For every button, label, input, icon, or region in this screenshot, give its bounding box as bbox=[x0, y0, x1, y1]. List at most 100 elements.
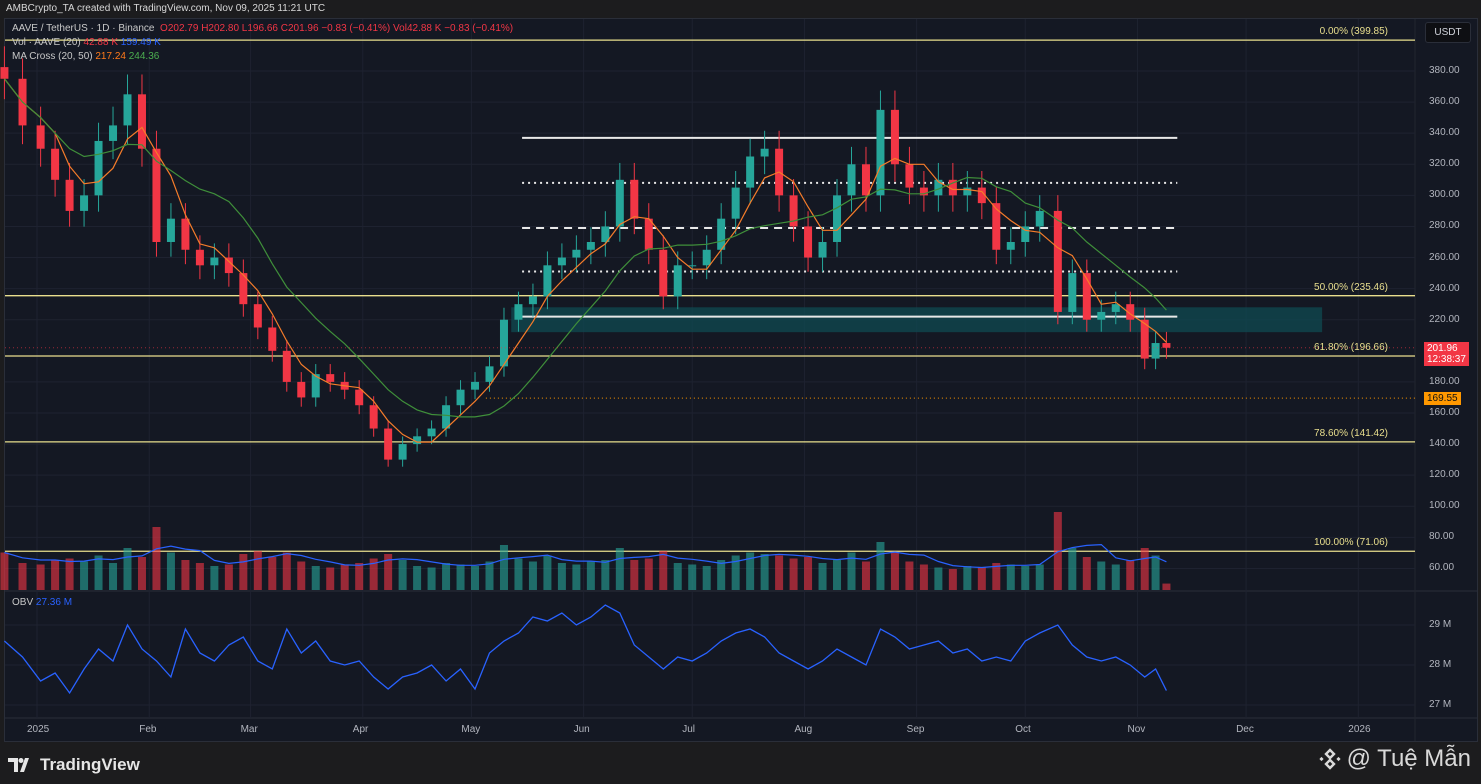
volume-bar bbox=[673, 563, 682, 590]
volume-bar bbox=[499, 545, 508, 590]
price-tick-label: 380.00 bbox=[1429, 65, 1460, 76]
candle-body bbox=[644, 218, 653, 250]
volume-bar bbox=[833, 560, 842, 590]
candle-body bbox=[65, 179, 74, 211]
volume-bar bbox=[311, 566, 320, 590]
volume-bar bbox=[65, 558, 74, 590]
volume-bar bbox=[137, 557, 146, 590]
candle-body bbox=[0, 67, 9, 79]
candle-body bbox=[137, 94, 146, 149]
volume-bar bbox=[1006, 564, 1015, 590]
volume-bar bbox=[1082, 557, 1091, 590]
price-tick-label: 220.00 bbox=[1429, 313, 1460, 325]
ma-cross-legend[interactable]: MA Cross (20, 50) 217.24 244.36 bbox=[12, 51, 159, 62]
volume-bar bbox=[1151, 555, 1160, 590]
volume-bar bbox=[413, 566, 422, 590]
bar-countdown: 12:38:37 bbox=[1427, 354, 1466, 365]
candle-body bbox=[731, 187, 740, 219]
time-tick-label: 2025 bbox=[27, 724, 50, 735]
volume-bar bbox=[340, 564, 349, 590]
volume-bar bbox=[1140, 548, 1149, 590]
candle-body bbox=[384, 428, 393, 460]
volume-bar bbox=[644, 558, 653, 590]
volume-bar bbox=[717, 560, 726, 590]
volume-bar bbox=[630, 560, 639, 590]
volume-bar bbox=[239, 554, 248, 590]
candle-body bbox=[688, 265, 697, 267]
volume-bar bbox=[282, 552, 291, 590]
time-tick-label: Mar bbox=[240, 724, 258, 735]
candle-body bbox=[181, 218, 190, 250]
candle-body bbox=[963, 187, 972, 196]
candle-body bbox=[442, 405, 451, 429]
volume-bar bbox=[659, 551, 668, 590]
obv-legend[interactable]: OBV 27.36 M bbox=[12, 597, 72, 608]
volume-ma-value: 159.49 K bbox=[120, 37, 161, 48]
volume-bar bbox=[586, 561, 595, 590]
volume-bar bbox=[557, 563, 566, 590]
binance-diamond-icon bbox=[1318, 748, 1341, 770]
volume-bar bbox=[905, 561, 914, 590]
candle-body bbox=[36, 125, 45, 149]
candle-body bbox=[833, 195, 842, 242]
candle-body bbox=[1053, 210, 1062, 312]
candle-body bbox=[1097, 311, 1106, 320]
volume-bar bbox=[528, 561, 537, 590]
candle-body bbox=[224, 257, 233, 274]
volume-bar bbox=[0, 552, 9, 590]
candle-body bbox=[1151, 343, 1160, 359]
volume-bar bbox=[934, 567, 943, 590]
candle-body bbox=[557, 257, 566, 266]
volume-bar bbox=[80, 561, 89, 590]
ma20-value: 217.24 bbox=[95, 51, 126, 62]
volume-bar bbox=[890, 552, 899, 590]
volume-bar bbox=[210, 566, 219, 590]
volume-bar bbox=[804, 557, 813, 590]
price-tick-label: 300.00 bbox=[1429, 189, 1460, 201]
volume-bar bbox=[1021, 566, 1030, 590]
obv-name: OBV bbox=[12, 597, 34, 608]
price-tick-label: 280.00 bbox=[1429, 220, 1460, 232]
candle-body bbox=[297, 381, 306, 398]
price-tick-label: 140.00 bbox=[1429, 438, 1460, 450]
candle-body bbox=[1035, 210, 1044, 227]
candle-body bbox=[1006, 241, 1015, 250]
volume-bar bbox=[514, 558, 523, 590]
currency-button[interactable]: USDT bbox=[1425, 22, 1471, 43]
volume-bar bbox=[1097, 561, 1106, 590]
volume-bar bbox=[1035, 564, 1044, 590]
price-chart[interactable] bbox=[0, 0, 1481, 784]
price-tick-label: 180.00 bbox=[1429, 375, 1460, 387]
volume-bar bbox=[94, 555, 103, 590]
fib-label: 100.00% (71.06) bbox=[1314, 537, 1388, 549]
candle-body bbox=[586, 241, 595, 250]
time-tick-label: May bbox=[461, 724, 481, 735]
volume-bar bbox=[195, 563, 204, 590]
candle-body bbox=[514, 304, 523, 320]
time-tick-label: Jul bbox=[682, 724, 696, 735]
price-tick-label: 100.00 bbox=[1429, 500, 1460, 512]
candle-body bbox=[398, 444, 407, 460]
volume-bar bbox=[123, 548, 132, 590]
price-tick-label: 160.00 bbox=[1429, 406, 1460, 418]
volume-bar bbox=[181, 560, 190, 590]
candle-body bbox=[890, 109, 899, 165]
candle-body bbox=[1111, 304, 1120, 312]
candle-body bbox=[109, 125, 118, 141]
volume-bar bbox=[789, 558, 798, 590]
volume-bar bbox=[876, 542, 885, 590]
candle-body bbox=[51, 148, 60, 180]
volume-bar bbox=[1162, 583, 1171, 590]
volume-bar bbox=[297, 561, 306, 590]
volume-bar bbox=[601, 560, 610, 590]
candle-body bbox=[818, 241, 827, 258]
volume-bar bbox=[861, 561, 870, 590]
fib-label: 50.00% (235.46) bbox=[1314, 281, 1388, 293]
candle-body bbox=[746, 156, 755, 188]
price-tick-label: 340.00 bbox=[1429, 127, 1460, 139]
volume-value: Vol42.88 K bbox=[393, 23, 442, 34]
volume-legend[interactable]: Vol · AAVE (20) 42.88 K 159.49 K bbox=[12, 37, 161, 48]
volume-bar bbox=[36, 564, 45, 590]
price-tick-label: 240.00 bbox=[1429, 282, 1460, 294]
tradingview-logo[interactable]: TradingView bbox=[8, 755, 140, 775]
